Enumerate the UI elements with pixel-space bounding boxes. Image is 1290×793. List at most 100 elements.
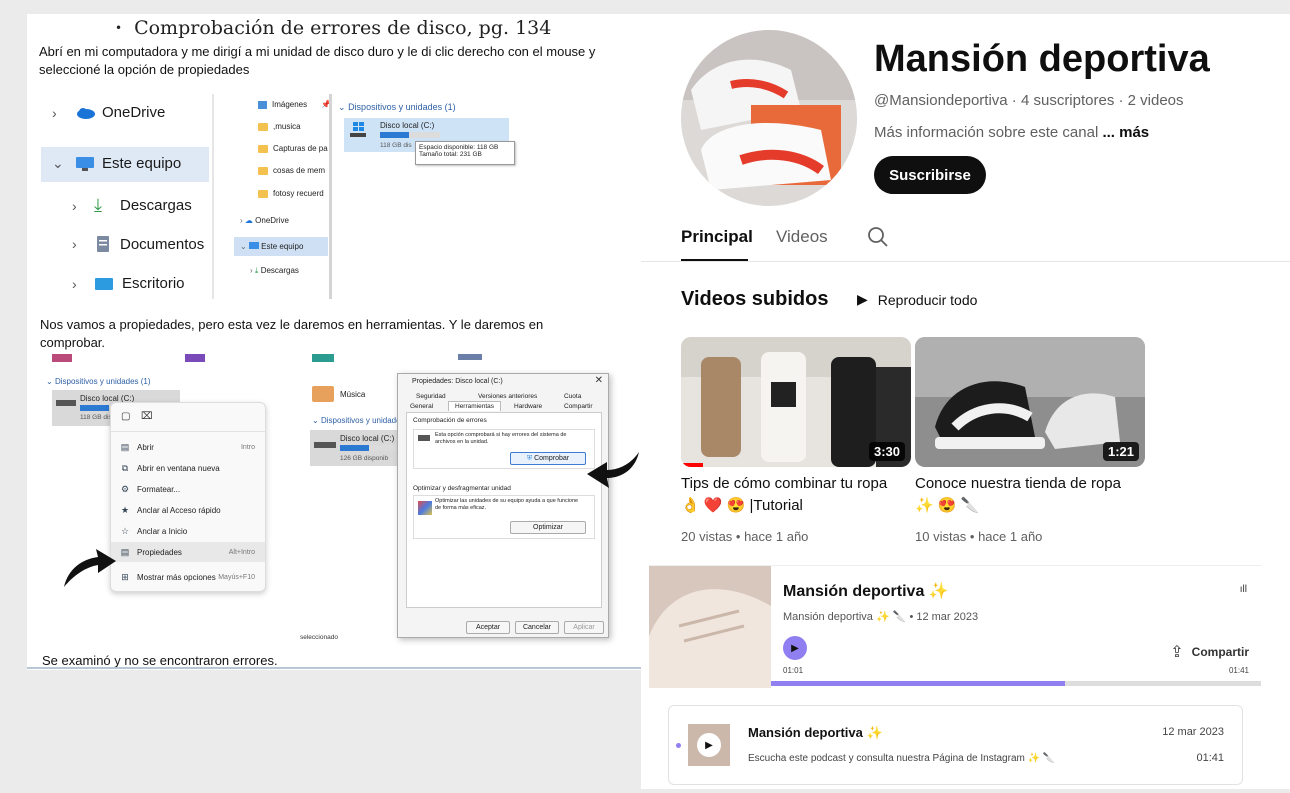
optimize-button[interactable]: Optimizar <box>510 521 586 534</box>
nav-descargas[interactable]: › ⤓ Descargas <box>72 195 192 216</box>
channel-avatar[interactable] <box>681 30 857 206</box>
tab-cuota[interactable]: Cuota <box>564 393 581 400</box>
cancel-button[interactable]: Cancelar <box>515 621 559 634</box>
nav-este-equipo[interactable]: ⌄ Este equipo <box>52 155 181 172</box>
subscribe-button[interactable]: Suscribirse <box>874 156 986 194</box>
tab-compartir[interactable]: Compartir <box>564 403 593 410</box>
tab-seguridad[interactable]: Seguridad <box>416 393 446 400</box>
check-button[interactable]: ⛨ Comprobar <box>510 452 586 465</box>
video-thumbnail[interactable]: 3:30 <box>681 337 911 467</box>
music-folder-label[interactable]: Música <box>340 390 365 399</box>
context-menu-item[interactable]: ⚙ Formatear... <box>111 479 265 499</box>
channel-description[interactable]: Más información sobre este canal ... más <box>874 124 1149 141</box>
rename-icon[interactable]: ⌧ <box>141 411 153 422</box>
nav-small-descargas[interactable]: › ⤓ Descargas <box>250 266 299 276</box>
sneaker-photo <box>649 566 771 688</box>
video-thumbnail[interactable]: 1:21 <box>915 337 1145 467</box>
document-icon <box>97 236 109 252</box>
share-icon: ⇪ <box>1170 644 1184 661</box>
context-menu-item[interactable]: ▤ Abrir Intro <box>111 437 265 457</box>
qa-musica[interactable]: ,musica <box>258 122 301 131</box>
music-folder-icon <box>312 386 334 402</box>
ok-button[interactable]: Aceptar <box>466 621 510 634</box>
chevron-down-icon: ⌄ <box>52 155 64 171</box>
search-icon[interactable] <box>867 226 889 248</box>
menu-item-shortcut: Intro <box>240 443 255 451</box>
drive-icon <box>418 435 430 441</box>
play-icon: ▶ <box>857 291 868 307</box>
tab-videos[interactable]: Videos <box>776 227 828 247</box>
download-icon: ⤓ <box>94 195 102 215</box>
context-menu-item[interactable]: ☆ Anclar a Inicio <box>111 521 265 541</box>
drive-icon <box>314 442 336 448</box>
qa-capturas[interactable]: Capturas de pa <box>258 144 328 153</box>
section-title: Videos subidos <box>681 288 829 310</box>
apply-button[interactable]: Aplicar <box>564 621 604 634</box>
nav-documentos[interactable]: › Documentos <box>72 235 204 253</box>
channel-name: Mansión deportiva <box>874 38 1210 80</box>
chevron-right-icon: › <box>72 236 77 252</box>
scrollbar[interactable] <box>212 94 214 299</box>
qa-cosas[interactable]: cosas de mem <box>258 166 325 175</box>
share-label: Compartir <box>1191 645 1249 659</box>
nav-small-este-equipo[interactable]: ⌄ Este equipo <box>240 242 303 251</box>
more-link[interactable]: ... más <box>1102 124 1149 141</box>
episode-row[interactable]: ▶ Mansión deportiva ✨ 12 mar 2023 Escuch… <box>668 705 1243 785</box>
qa-label: ,musica <box>273 122 301 131</box>
menu-item-label: Abrir en ventana nueva <box>137 463 220 473</box>
context-menu-item[interactable]: ⊞ Mostrar más opciones Mayús+F10 <box>111 567 265 587</box>
nav-escritorio[interactable]: › Escritorio <box>72 275 185 292</box>
podcast-play-button[interactable]: ▶ <box>783 636 807 660</box>
group-error-check: Comprobación de errores <box>413 417 487 424</box>
monitor-icon <box>76 156 94 171</box>
play-icon[interactable]: ▶ <box>697 733 721 757</box>
context-menu-item[interactable]: ★ Anclar al Acceso rápido <box>111 500 265 520</box>
nav-small-onedrive[interactable]: › ☁ OneDrive <box>240 216 289 225</box>
menu-item-label: Formatear... <box>137 484 181 494</box>
drive-tooltip: Espacio disponible: 118 GB Tamaño total:… <box>415 141 515 165</box>
tab-panel: Comprobación de errores Esta opción comp… <box>406 412 602 608</box>
context-menu-item[interactable]: ▤ Propiedades Alt+Intro <box>111 542 265 562</box>
folder-thumb <box>312 354 334 362</box>
video-title[interactable]: Conoce nuestra tienda de ropa ✨ 😍 🔪 <box>915 473 1135 517</box>
video-title[interactable]: Tips de cómo combinar tu ropa 👌 ❤️ 😍 |Tu… <box>681 473 901 517</box>
share-button[interactable]: ⇪ Compartir <box>1170 642 1249 662</box>
copy-icon[interactable]: ▢ <box>121 411 130 422</box>
qa-label: cosas de mem <box>273 166 326 175</box>
close-icon[interactable]: ✕ <box>595 375 603 386</box>
tab-general[interactable]: General <box>410 403 433 410</box>
qa-fotos[interactable]: fotosy recuerd <box>258 189 324 198</box>
context-menu-items: ▤ Abrir Intro ⧉ Abrir en ventana nueva ⚙ Forma… <box>111 437 265 587</box>
scrollbar[interactable] <box>329 94 332 299</box>
windows-drive-icon <box>350 122 366 137</box>
devices-header[interactable]: ⌄ Dispositivos y unidades (1) <box>338 102 456 113</box>
menu-item-icon: ⧉ <box>121 463 129 473</box>
tab-versiones[interactable]: Versiones anteriores <box>478 393 537 400</box>
chevron-right-icon: › <box>72 275 77 292</box>
video-duration: 3:30 <box>868 442 905 461</box>
tooltip-free: Espacio disponible: 118 GB <box>419 144 499 151</box>
more-info-text: Más información sobre este canal <box>874 124 1099 141</box>
drive-free-text: 126 GB disponib <box>340 455 389 462</box>
podcast-progress-bar[interactable] <box>771 681 1261 686</box>
dialog-title: Propiedades: Disco local (C:) <box>412 378 503 385</box>
menu-item-icon: ⊞ <box>121 572 129 582</box>
nav-label: Escritorio <box>122 275 185 292</box>
context-menu-item[interactable]: ⧉ Abrir en ventana nueva <box>111 458 265 478</box>
status-selected: seleccionado <box>300 634 338 641</box>
chevron-down-icon: ⌄ <box>312 416 319 425</box>
tab-hardware[interactable]: Hardware <box>514 403 542 410</box>
play-all-button[interactable]: ▶ Reproducir todo <box>857 291 977 308</box>
arrow-pointer-icon <box>587 452 639 488</box>
drive-free-text: 118 GB dis <box>380 142 412 149</box>
explorer-screenshot-3: ⌄ Dispositivos y unidades (1) Disco loca… <box>40 352 298 608</box>
devices-header[interactable]: ⌄ Dispositivos y unidades (1) <box>46 377 151 386</box>
nav-label: Descargas <box>120 197 192 214</box>
qa-imagenes[interactable]: Imágenes 📌 <box>258 100 331 109</box>
arrow-pointer-icon <box>64 549 116 587</box>
qa-label: Imágenes <box>272 100 308 109</box>
nav-onedrive[interactable]: › OneDrive <box>52 104 165 121</box>
menu-item-icon: ▤ <box>120 442 130 452</box>
tab-herramientas[interactable]: Herramientas <box>448 401 502 411</box>
tab-principal[interactable]: Principal <box>681 227 753 247</box>
